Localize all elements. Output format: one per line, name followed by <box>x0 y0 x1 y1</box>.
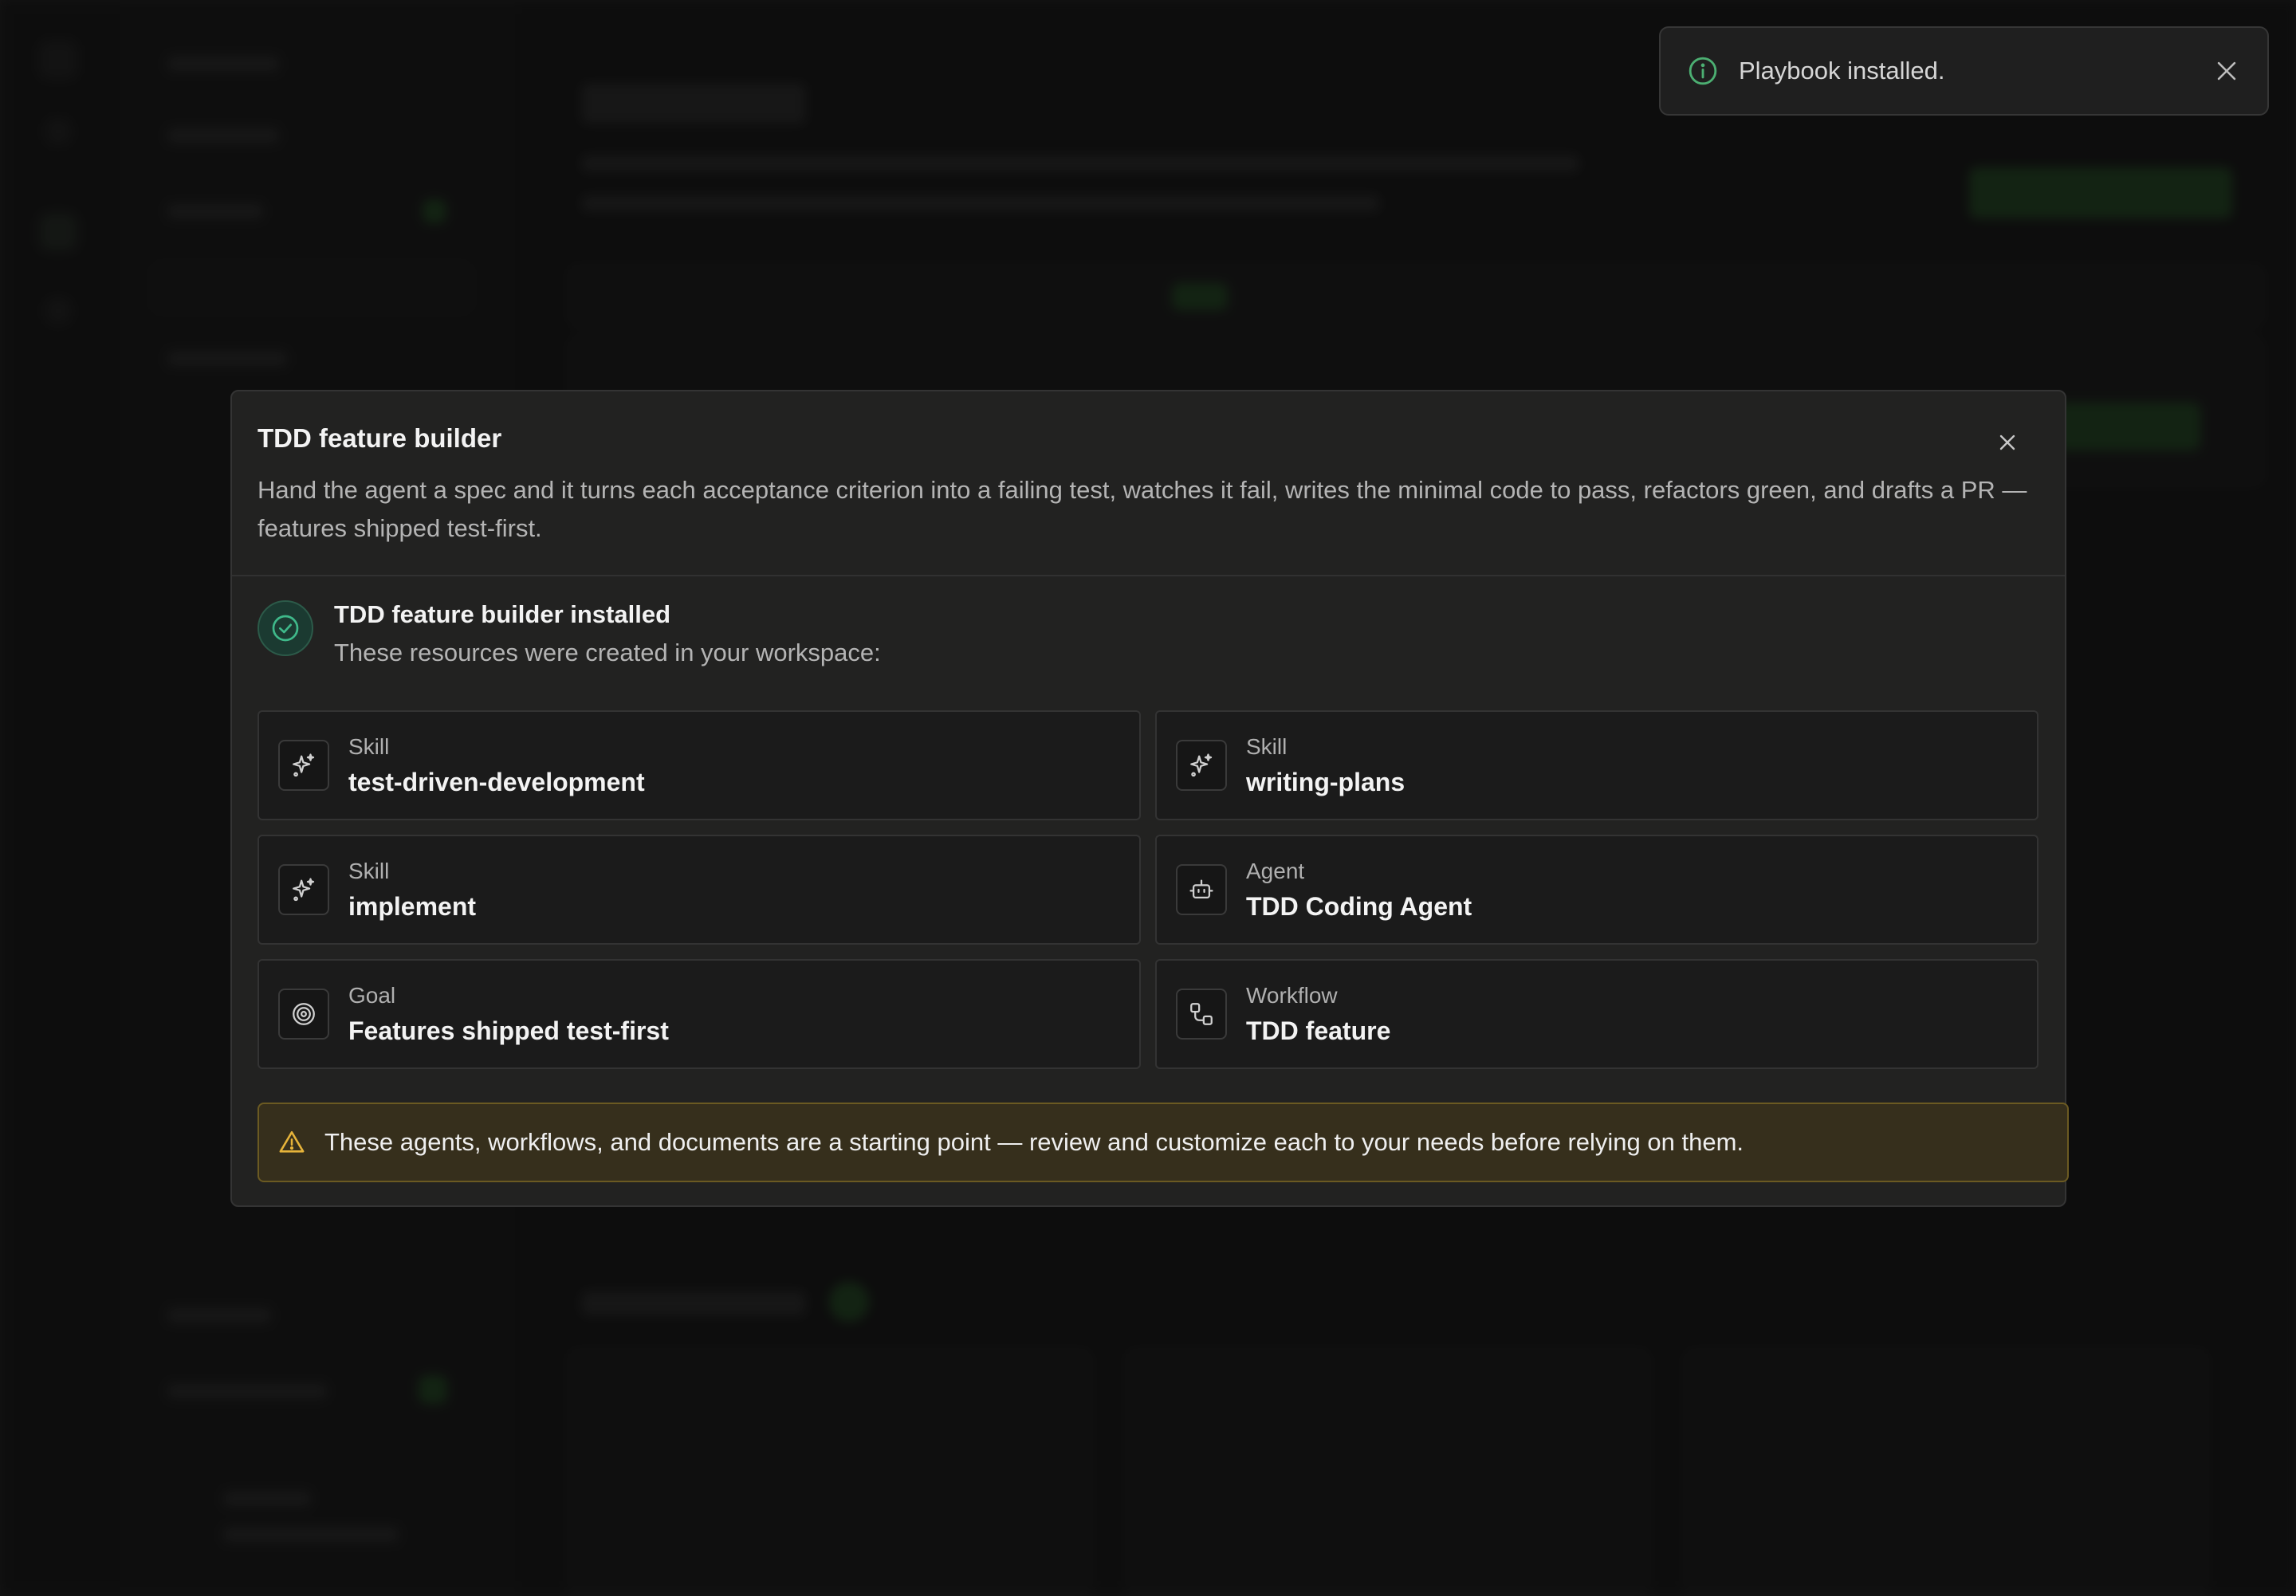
installed-status: TDD feature builder installed These reso… <box>258 600 2011 680</box>
modal-header: TDD feature builder Hand the agent a spe… <box>232 391 2065 576</box>
warning-banner: These agents, workflows, and documents a… <box>258 1103 2069 1182</box>
resource-grid: Skill test-driven-development Skill writ… <box>258 710 2068 1069</box>
sparkle-icon <box>278 740 329 791</box>
resource-card-writing-plans[interactable]: Skill writing-plans <box>1155 710 2038 820</box>
resource-card-features-shipped-test-first[interactable]: Goal Features shipped test-first <box>258 959 1141 1069</box>
resource-kind: Agent <box>1246 859 1305 883</box>
sparkle-icon <box>1176 740 1227 791</box>
installed-title: TDD feature builder installed <box>334 600 671 628</box>
modal-description: Hand the agent a spec and it turns each … <box>258 476 2027 542</box>
resource-name: TDD feature <box>1246 1016 1391 1045</box>
robot-icon <box>1176 864 1227 915</box>
sparkle-icon <box>278 864 329 915</box>
warning-text: These agents, workflows, and documents a… <box>324 1128 1744 1156</box>
workflow-icon <box>1176 989 1227 1040</box>
warning-icon <box>279 1130 305 1153</box>
install-result-modal: TDD feature builder Hand the agent a spe… <box>230 390 2069 1207</box>
resource-kind: Skill <box>348 859 390 883</box>
resource-name: implement <box>348 892 477 921</box>
target-icon <box>278 989 329 1040</box>
resource-card-tdd-coding-agent[interactable]: Agent TDD Coding Agent <box>1155 835 2038 945</box>
resource-name: test-driven-development <box>348 768 645 796</box>
resource-kind: Workflow <box>1246 983 1338 1008</box>
close-icon[interactable] <box>1995 430 2020 455</box>
modal-title: TDD feature builder <box>258 423 502 453</box>
installed-subtitle: These resources were created in your wor… <box>334 639 881 666</box>
resource-card-implement[interactable]: Skill implement <box>258 835 1141 945</box>
resource-name: TDD Coding Agent <box>1246 892 1472 921</box>
info-icon <box>1689 57 1717 85</box>
close-icon[interactable] <box>2213 57 2240 85</box>
resource-name: Features shipped test-first <box>348 1016 669 1045</box>
toast-notification: Playbook installed. <box>1659 26 2269 116</box>
resource-card-tdd-feature[interactable]: Workflow TDD feature <box>1155 959 2038 1069</box>
toast-message: Playbook installed. <box>1739 57 1945 85</box>
resource-kind: Skill <box>348 734 390 759</box>
resource-card-test-driven-development[interactable]: Skill test-driven-development <box>258 710 1141 820</box>
resource-name: writing-plans <box>1246 768 1406 796</box>
resource-kind: Goal <box>348 983 396 1008</box>
check-circle-icon <box>258 600 313 656</box>
resource-kind: Skill <box>1246 734 1288 759</box>
